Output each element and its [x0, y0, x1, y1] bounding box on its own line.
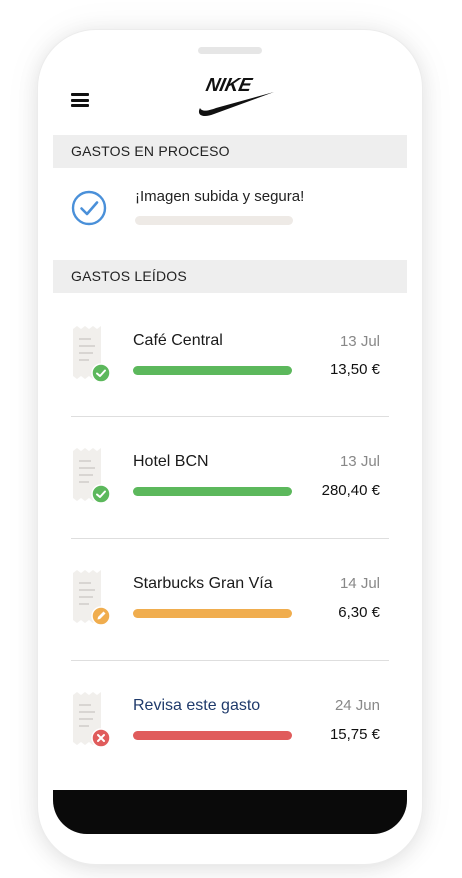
expense-name: Revisa este gasto — [133, 697, 261, 714]
upload-status-text: ¡Imagen subida y segura! — [135, 188, 305, 205]
expense-date: 13 Jul — [339, 453, 380, 470]
read-section-header: GASTOS LEÍDOS — [53, 260, 407, 293]
expense-amount: 15,75 € — [329, 726, 380, 743]
bottom-bar — [53, 790, 407, 834]
hamburger-menu-icon[interactable] — [71, 93, 89, 107]
row-divider — [71, 416, 389, 417]
row-divider — [71, 538, 389, 539]
expense-name: Café Central — [133, 332, 223, 349]
expense-name: Starbucks Gran Vía — [133, 575, 273, 592]
expense-row[interactable]: Revisa este gasto 24 Jun 15,75 € — [38, 664, 422, 786]
app-header: NIKE — [38, 70, 422, 130]
svg-text:NIKE: NIKE — [204, 75, 255, 96]
phone-frame: NIKE GASTOS EN PROCESO ¡Imagen subida y … — [38, 30, 422, 864]
expense-date: 14 Jul — [339, 575, 380, 592]
expense-status-bar — [133, 731, 292, 740]
upload-progress-bar — [135, 216, 293, 225]
expense-name: Hotel BCN — [133, 453, 209, 470]
processing-section-header: GASTOS EN PROCESO — [53, 135, 407, 168]
expense-row[interactable]: Starbucks Gran Vía 14 Jul 6,30 € — [38, 542, 422, 664]
check-icon — [91, 363, 111, 383]
expense-row[interactable]: Hotel BCN 13 Jul 280,40 € — [38, 420, 422, 542]
expense-status-bar — [133, 487, 292, 496]
check-circle-icon — [71, 190, 107, 226]
nike-logo: NIKE — [198, 75, 274, 116]
expense-amount: 13,50 € — [329, 361, 380, 378]
expense-status-bar — [133, 609, 292, 618]
expense-date: 24 Jun — [334, 697, 380, 714]
expense-amount: 280,40 € — [321, 482, 380, 499]
row-divider — [71, 660, 389, 661]
pencil-icon — [91, 606, 111, 626]
expense-status-bar — [133, 366, 292, 375]
expense-date: 13 Jul — [339, 333, 380, 350]
expense-row[interactable]: Café Central 13 Jul 13,50 € — [38, 300, 422, 422]
x-icon — [91, 728, 111, 748]
expense-amount: 6,30 € — [338, 604, 380, 621]
phone-speaker — [198, 47, 262, 54]
check-icon — [91, 484, 111, 504]
